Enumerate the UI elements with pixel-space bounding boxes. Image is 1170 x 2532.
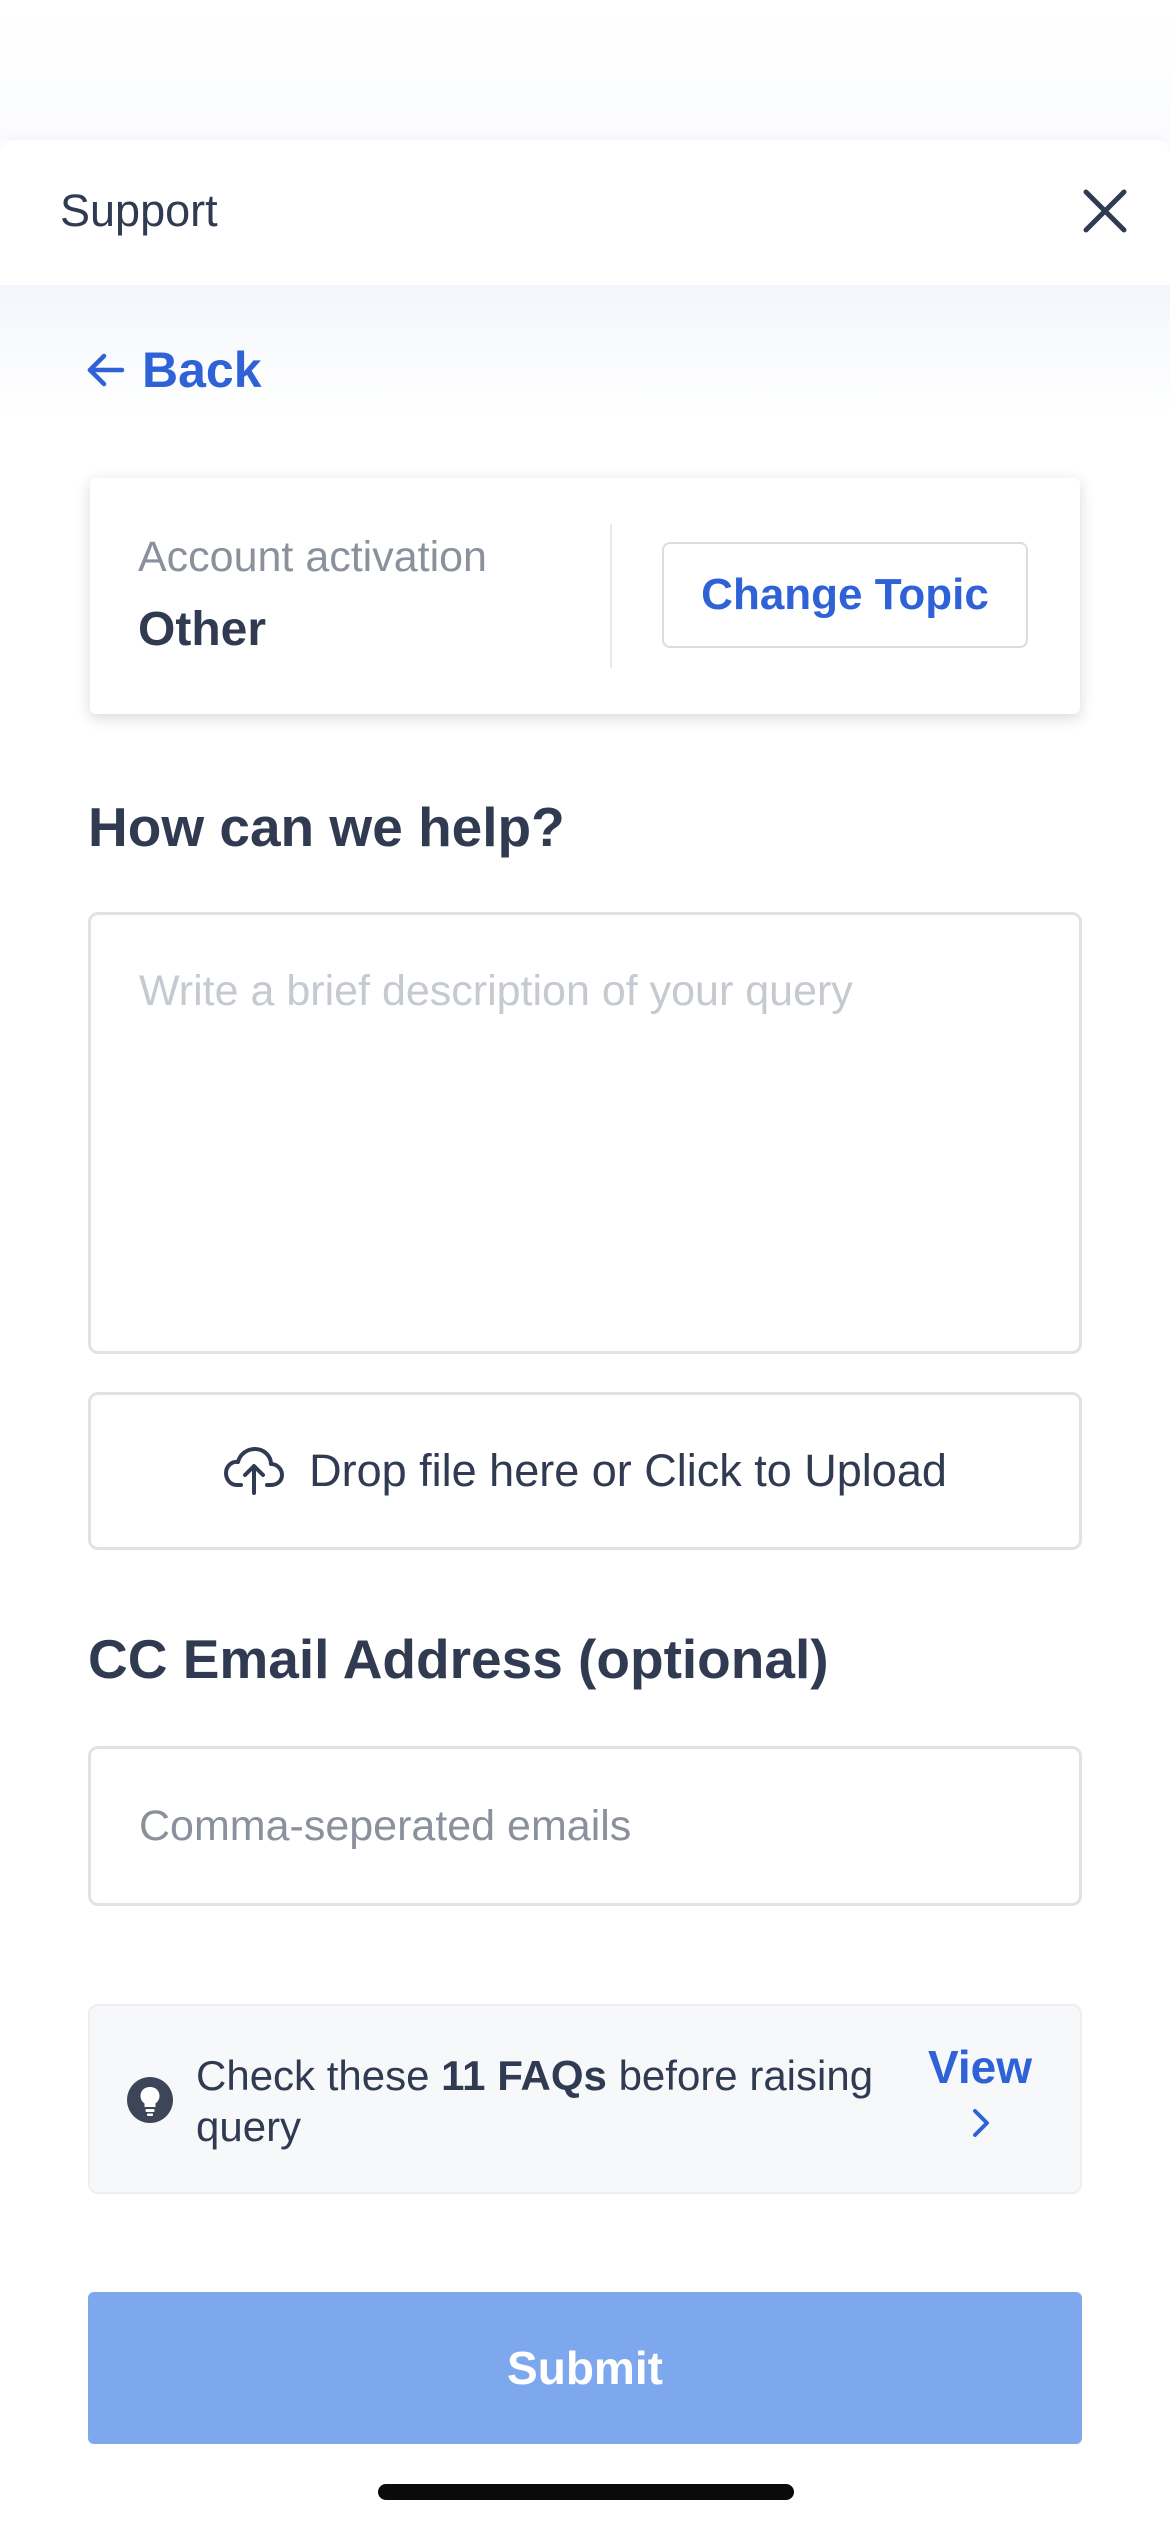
faq-count: 11 FAQs	[441, 2052, 607, 2099]
submit-button[interactable]: Submit	[88, 2292, 1082, 2444]
description-textarea[interactable]	[88, 912, 1082, 1354]
close-button[interactable]	[1074, 180, 1136, 242]
change-topic-button[interactable]: Change Topic	[662, 542, 1028, 648]
lightbulb-icon	[127, 2077, 173, 2123]
topic-category: Account activation	[138, 533, 487, 581]
sheet-header: Support	[0, 140, 1170, 285]
faq-banner: Check these 11 FAQs before raising query…	[88, 2004, 1082, 2194]
arrow-left-icon	[87, 353, 125, 387]
sheet-title: Support	[60, 185, 218, 236]
cc-email-input[interactable]	[88, 1746, 1082, 1906]
file-upload-dropzone[interactable]: Drop file here or Click to Upload	[88, 1392, 1082, 1550]
chevron-right-icon	[973, 2109, 989, 2137]
upload-label: Drop file here or Click to Upload	[309, 1445, 947, 1496]
close-icon	[1083, 189, 1127, 233]
support-page: Support Back Account activation Other Ch…	[0, 0, 1170, 2532]
help-heading: How can we help?	[88, 796, 565, 858]
cloud-upload-icon	[224, 1447, 285, 1495]
cc-email-heading: CC Email Address (optional)	[88, 1628, 829, 1690]
home-indicator	[378, 2484, 794, 2500]
divider	[610, 524, 612, 668]
back-link[interactable]: Back	[84, 340, 262, 400]
view-faqs-link[interactable]: View	[928, 2044, 1032, 2140]
faq-text-before: Check these	[196, 2052, 442, 2099]
backdrop	[0, 0, 1170, 140]
view-faqs-label: View	[928, 2041, 1032, 2093]
topic-name: Other	[138, 603, 267, 656]
topic-card: Account activation Other Change Topic	[90, 478, 1080, 714]
faq-message: Check these 11 FAQs before raising query	[196, 2050, 876, 2152]
back-label: Back	[142, 342, 262, 398]
